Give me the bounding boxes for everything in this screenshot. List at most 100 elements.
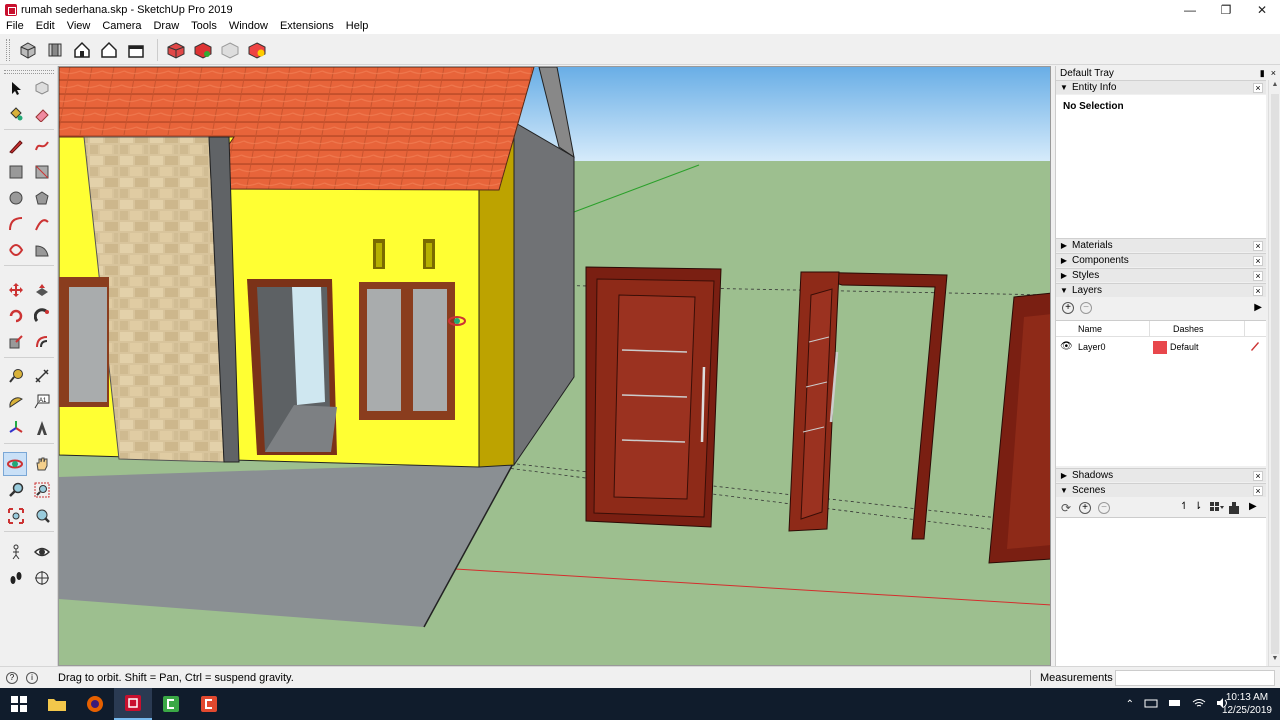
panel-layers[interactable]: ▼ Layers ×: [1056, 283, 1266, 297]
offset-tool-button[interactable]: [30, 330, 54, 354]
3d-text-button[interactable]: [30, 416, 54, 440]
close-panel-icon[interactable]: ×: [1253, 255, 1263, 266]
text-tool-button[interactable]: A1: [30, 390, 54, 414]
scene-settings-icon[interactable]: [1229, 502, 1239, 517]
taskbar-camtasia[interactable]: [152, 688, 190, 720]
refresh-scene-icon[interactable]: ⟳: [1061, 501, 1071, 515]
minimize-button[interactable]: —: [1172, 0, 1208, 19]
geo-location-icon[interactable]: ?: [6, 671, 18, 684]
top-view-button[interactable]: [43, 38, 67, 62]
measurements-input[interactable]: [1115, 670, 1275, 686]
tape-measure-button[interactable]: [4, 364, 28, 388]
section-plane-button[interactable]: [30, 566, 54, 590]
toolbar-grip[interactable]: [4, 70, 54, 74]
menu-view[interactable]: View: [61, 19, 97, 34]
move-scene-down-icon[interactable]: ⇂: [1194, 501, 1202, 512]
hidden-line-style-button[interactable]: [218, 38, 242, 62]
rectangle-tool-button[interactable]: [4, 160, 28, 184]
circle-tool-button[interactable]: [4, 186, 28, 210]
zoom-extents-button[interactable]: [4, 504, 28, 528]
eraser-tool-button[interactable]: [30, 102, 54, 126]
taskbar-camtasia-recorder[interactable]: [190, 688, 228, 720]
xray-style-button[interactable]: [164, 38, 188, 62]
taskbar-clock[interactable]: 10:13 AM 12/25/2019: [1222, 691, 1272, 717]
move-tool-button[interactable]: [4, 278, 28, 302]
menu-tools[interactable]: Tools: [185, 19, 223, 34]
scene-details-icon[interactable]: ▶: [1249, 501, 1257, 512]
battery-icon[interactable]: [1168, 697, 1182, 712]
follow-me-button[interactable]: [30, 304, 54, 328]
make-component-button[interactable]: [30, 76, 54, 100]
scroll-up-icon[interactable]: ▲: [1270, 81, 1280, 91]
rotated-rectangle-button[interactable]: [30, 160, 54, 184]
close-panel-icon[interactable]: ×: [1253, 485, 1263, 496]
show-hidden-icons[interactable]: ⌃: [1126, 699, 1134, 710]
menu-draw[interactable]: Draw: [147, 19, 185, 34]
scroll-thumb[interactable]: [1271, 94, 1279, 654]
dimension-tool-button[interactable]: [30, 364, 54, 388]
previous-view-button[interactable]: [30, 504, 54, 528]
position-camera-button[interactable]: [4, 540, 28, 564]
active-layer-pencil-icon[interactable]: [1249, 340, 1261, 355]
layer-dashes[interactable]: Default: [1170, 342, 1199, 352]
menu-extensions[interactable]: Extensions: [274, 19, 340, 34]
close-panel-icon[interactable]: ×: [1253, 82, 1263, 93]
push-pull-button[interactable]: [30, 278, 54, 302]
axes-tool-button[interactable]: [4, 416, 28, 440]
panel-materials[interactable]: ▶ Materials ×: [1056, 238, 1266, 252]
polygon-tool-button[interactable]: [30, 186, 54, 210]
taskbar-sketchup[interactable]: [114, 688, 152, 720]
freehand-tool-button[interactable]: [30, 134, 54, 158]
panel-scenes[interactable]: ▼ Scenes ×: [1056, 483, 1266, 497]
close-button[interactable]: ✕: [1244, 0, 1280, 19]
panel-components[interactable]: ▶ Components ×: [1056, 253, 1266, 267]
visibility-eye-icon[interactable]: 👁: [1060, 341, 1073, 352]
two-point-arc-button[interactable]: [30, 212, 54, 236]
column-dashes[interactable]: Dashes: [1173, 324, 1204, 334]
look-around-button[interactable]: [30, 540, 54, 564]
orbit-tool-button[interactable]: [3, 452, 27, 476]
toolbar-grip[interactable]: [6, 38, 10, 61]
iso-view-button[interactable]: [16, 38, 40, 62]
panel-styles[interactable]: ▶ Styles ×: [1056, 268, 1266, 282]
arc-tool-button[interactable]: [4, 212, 28, 236]
close-tray-icon[interactable]: ×: [1271, 68, 1276, 79]
scroll-down-icon[interactable]: ▼: [1270, 655, 1280, 665]
scale-tool-button[interactable]: [4, 330, 28, 354]
remove-layer-icon[interactable]: −: [1080, 302, 1092, 314]
add-layer-icon[interactable]: +: [1062, 302, 1074, 314]
wireframe-style-button[interactable]: [191, 38, 215, 62]
close-panel-icon[interactable]: ×: [1253, 285, 1263, 296]
column-name[interactable]: Name: [1078, 324, 1102, 334]
select-tool-button[interactable]: [4, 76, 28, 100]
move-scene-up-icon[interactable]: ↿: [1180, 501, 1188, 512]
zoom-window-button[interactable]: [30, 478, 54, 502]
wifi-icon[interactable]: [1192, 697, 1206, 712]
taskbar-file-explorer[interactable]: [38, 688, 76, 720]
panel-shadows[interactable]: ▶ Shadows ×: [1056, 468, 1266, 482]
shaded-style-button[interactable]: [245, 38, 269, 62]
menu-window[interactable]: Window: [223, 19, 274, 34]
view-options-icon[interactable]: [1210, 502, 1224, 517]
pan-tool-button[interactable]: [30, 452, 54, 476]
back-view-button[interactable]: [124, 38, 148, 62]
line-tool-button[interactable]: [4, 134, 28, 158]
layer-name[interactable]: Layer0: [1078, 342, 1106, 352]
instructor-info-icon[interactable]: i: [26, 671, 38, 684]
remove-scene-icon[interactable]: −: [1098, 502, 1110, 514]
add-scene-icon[interactable]: +: [1079, 502, 1091, 514]
menu-camera[interactable]: Camera: [96, 19, 147, 34]
maximize-button[interactable]: ❐: [1208, 0, 1244, 19]
pie-tool-button[interactable]: [30, 238, 54, 262]
menu-help[interactable]: Help: [340, 19, 375, 34]
start-button[interactable]: [0, 688, 38, 720]
layer-details-icon[interactable]: ▶: [1254, 302, 1262, 313]
close-panel-icon[interactable]: ×: [1253, 270, 1263, 281]
right-view-button[interactable]: [97, 38, 121, 62]
taskbar-firefox[interactable]: [76, 688, 114, 720]
menu-edit[interactable]: Edit: [30, 19, 61, 34]
panel-entity-info[interactable]: ▼ Entity Info ×: [1056, 80, 1266, 94]
front-view-button[interactable]: [70, 38, 94, 62]
rotate-tool-button[interactable]: [4, 304, 28, 328]
zoom-tool-button[interactable]: [4, 478, 28, 502]
